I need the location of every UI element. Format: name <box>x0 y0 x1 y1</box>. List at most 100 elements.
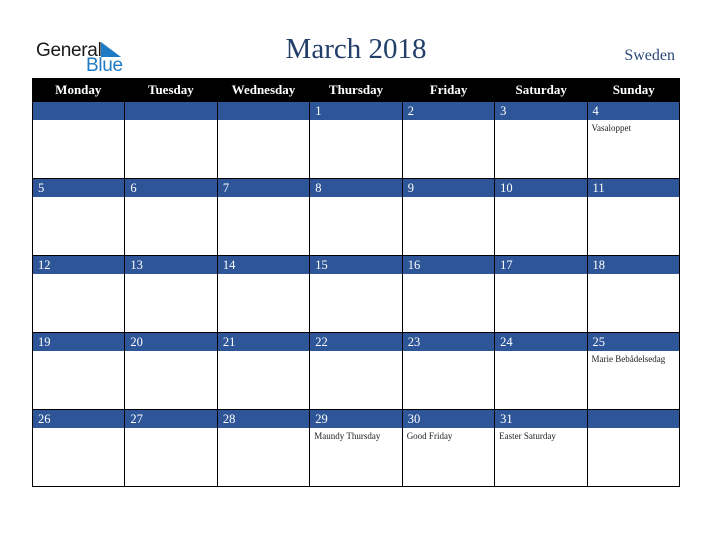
holiday-label <box>33 351 124 354</box>
day-cell[interactable]: 14 <box>217 256 311 333</box>
day-number: 28 <box>217 410 310 428</box>
day-number: 31 <box>495 410 587 428</box>
day-number: 25 <box>587 333 679 351</box>
day-cell[interactable]: 17 <box>495 256 588 333</box>
weekday-monday: Monday <box>55 82 102 97</box>
day-cell[interactable] <box>587 410 680 487</box>
weekday-thursday: Thursday <box>328 82 384 97</box>
day-number <box>125 102 217 120</box>
day-cell[interactable]: 30 Good Friday <box>402 410 496 487</box>
holiday-label <box>125 197 216 200</box>
calendar-grid: Monday Tuesday Wednesday Thursday Friday… <box>32 78 680 487</box>
day-number: 3 <box>495 102 587 120</box>
holiday-label <box>33 428 124 431</box>
holiday-label <box>310 120 401 123</box>
day-cell[interactable]: 2 <box>402 102 496 179</box>
holiday-label <box>588 197 679 200</box>
day-number: 14 <box>217 256 310 274</box>
day-number <box>33 102 125 120</box>
day-number: 23 <box>402 333 495 351</box>
week-row: 1 2 3 4 Vasaloppet <box>32 102 680 179</box>
week-row: 5 6 7 8 9 10 11 <box>32 179 680 256</box>
day-number: 21 <box>217 333 310 351</box>
week-row: 26 27 28 29 Maundy Thursday 30 Good Friday 31 Ea… <box>32 410 680 487</box>
week-row: 12 13 14 15 16 17 18 <box>32 256 680 333</box>
holiday-label: Easter Saturday <box>499 431 556 441</box>
holiday-label <box>125 428 216 431</box>
day-cell[interactable]: 22 <box>310 333 403 410</box>
holiday-label: Maundy Thursday <box>314 431 381 441</box>
day-cell[interactable]: 16 <box>402 256 496 333</box>
holiday-label <box>125 274 216 277</box>
day-cell[interactable]: 15 <box>310 256 403 333</box>
day-number: 18 <box>587 256 679 274</box>
calendar-title: March 2018 <box>285 33 427 65</box>
weekday-tuesday: Tuesday <box>147 82 194 97</box>
holiday-label <box>403 197 494 200</box>
day-number: 22 <box>310 333 402 351</box>
holiday-label <box>495 197 586 200</box>
day-number: 20 <box>125 333 217 351</box>
weekday-friday: Friday <box>429 82 468 97</box>
day-cell[interactable]: 26 <box>33 410 126 487</box>
day-cell[interactable]: 27 <box>125 410 218 487</box>
holiday-label <box>403 351 494 354</box>
holiday-label <box>218 197 309 200</box>
holiday-label <box>495 274 586 277</box>
holiday-label <box>495 351 586 354</box>
day-cell[interactable]: 28 <box>217 410 311 487</box>
day-cell[interactable]: 20 <box>125 333 218 410</box>
holiday-label <box>495 120 586 123</box>
day-number: 12 <box>33 256 125 274</box>
day-number: 15 <box>310 256 402 274</box>
day-cell[interactable]: 6 <box>125 179 218 256</box>
day-cell[interactable]: 19 <box>33 333 126 410</box>
day-cell[interactable]: 25 Marie Bebådelsedag <box>587 333 680 410</box>
day-number: 7 <box>217 179 310 197</box>
day-cell[interactable]: 10 <box>495 179 588 256</box>
day-number: 16 <box>402 256 495 274</box>
day-cell[interactable]: 3 <box>495 102 588 179</box>
week-row: 19 20 21 22 23 24 25 Marie Bebådelsedag <box>32 333 680 410</box>
day-number <box>217 102 310 120</box>
day-cell[interactable]: 7 <box>217 179 311 256</box>
holiday-label <box>125 120 216 123</box>
day-number: 9 <box>402 179 495 197</box>
day-cell[interactable]: 21 <box>217 333 311 410</box>
day-cell[interactable]: 5 <box>33 179 126 256</box>
day-cell[interactable]: 23 <box>402 333 496 410</box>
day-number: 30 <box>402 410 495 428</box>
day-cell[interactable]: 12 <box>33 256 126 333</box>
holiday-label <box>310 351 401 354</box>
holiday-label: Vasaloppet <box>591 123 632 133</box>
day-cell[interactable]: 8 <box>310 179 403 256</box>
weekday-sunday: Sunday <box>612 82 655 97</box>
weekday-saturday: Saturday <box>515 82 567 97</box>
holiday-label <box>218 351 309 354</box>
day-number: 1 <box>310 102 402 120</box>
day-cell[interactable]: 9 <box>402 179 496 256</box>
holiday-label <box>588 428 679 431</box>
day-cell[interactable] <box>217 102 311 179</box>
day-cell[interactable]: 18 <box>587 256 680 333</box>
day-cell[interactable]: 31 Easter Saturday <box>495 410 588 487</box>
day-cell[interactable]: 11 <box>587 179 680 256</box>
country-label: Sweden <box>624 47 675 64</box>
holiday-label <box>218 120 309 123</box>
day-cell[interactable]: 13 <box>125 256 218 333</box>
holiday-label: Good Friday <box>406 431 453 441</box>
day-cell[interactable]: 29 Maundy Thursday <box>310 410 403 487</box>
day-number: 2 <box>402 102 495 120</box>
day-cell[interactable]: 24 <box>495 333 588 410</box>
day-number: 10 <box>495 179 587 197</box>
day-cell[interactable]: 4 Vasaloppet <box>587 102 680 179</box>
day-number: 29 <box>310 410 402 428</box>
holiday-label <box>310 274 401 277</box>
day-cell[interactable] <box>125 102 218 179</box>
day-cell[interactable] <box>33 102 126 179</box>
holiday-label: Marie Bebådelsedag <box>591 354 666 364</box>
day-cell[interactable]: 1 <box>310 102 403 179</box>
holiday-label <box>125 351 216 354</box>
holiday-label <box>33 197 124 200</box>
holiday-label <box>403 274 494 277</box>
